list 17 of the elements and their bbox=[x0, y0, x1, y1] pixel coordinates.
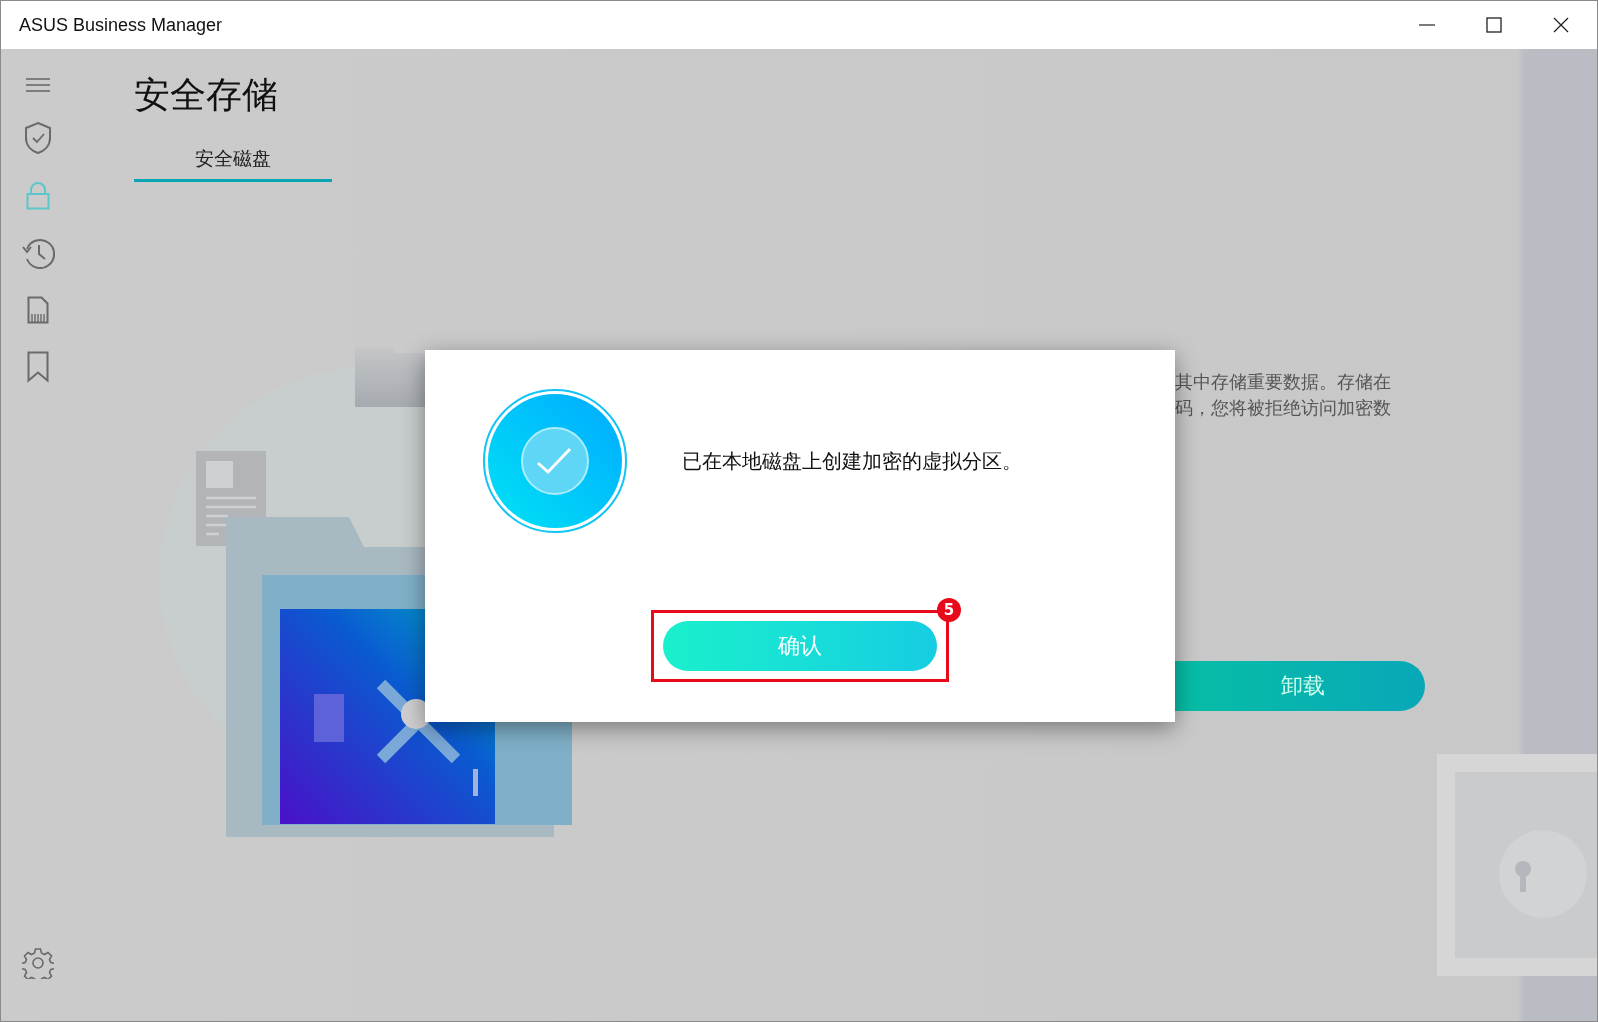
description-text: 其中存储重要数据。存储在 bbox=[1175, 370, 1391, 394]
page-title: 安全存储 bbox=[134, 73, 279, 117]
description-text: 码，您将被拒绝访问加密数 bbox=[1175, 396, 1391, 420]
settings-icon[interactable] bbox=[22, 947, 54, 979]
step-badge: 5 bbox=[937, 598, 961, 622]
history-icon[interactable] bbox=[21, 237, 55, 269]
window-title: ASUS Business Manager bbox=[19, 14, 223, 36]
tab[interactable]: 安全磁盘 bbox=[134, 138, 332, 182]
maximize-icon[interactable] bbox=[1486, 17, 1502, 33]
dialog-message: 已在本地磁盘上创建加密的虚拟分区。 bbox=[682, 447, 1022, 475]
sd-card-icon[interactable] bbox=[27, 296, 49, 324]
shield-icon[interactable] bbox=[24, 121, 52, 155]
bookmark-icon[interactable] bbox=[27, 351, 49, 383]
confirm-button[interactable]: 确认 bbox=[663, 621, 937, 671]
success-check-icon bbox=[482, 388, 628, 534]
menu-icon[interactable] bbox=[25, 76, 51, 94]
close-icon[interactable] bbox=[1552, 16, 1570, 34]
